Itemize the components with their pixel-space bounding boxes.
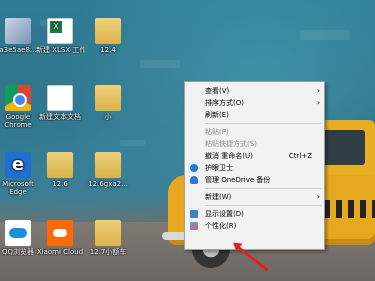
display-icon [190,210,198,218]
desktop-icon-folder-small[interactable]: 小 [84,85,132,121]
menu-item-label: 刷新(E) [205,111,229,119]
desktop-icon-label: 新建 XLSX 工作表 [36,46,84,54]
folder-icon [95,18,121,44]
menu-item-refresh[interactable]: 刷新(E) [185,109,324,121]
text-file-icon [47,85,73,111]
desktop-icon-folder-12-6gxa2[interactable]: 12.6gxa2... [84,152,132,188]
personalize-icon [190,222,198,230]
chrome-icon [5,85,31,111]
menu-item-label: 排序方式(O) [205,99,244,107]
menu-separator [205,123,321,124]
desktop-icon-label: 新建文本文档 [39,113,81,121]
desktop-icon-label: 12.6gxa2... [88,180,128,188]
folder-icon [95,152,121,178]
menu-item-label: 撤消 重命名(U) [205,152,253,160]
menu-item-eye-guard[interactable]: 护眼卫士 [185,162,324,174]
edge-icon: e [5,152,31,178]
user-photo-icon [5,18,31,44]
menu-item-label: 显示设置(D) [205,210,244,218]
desktop-icon-folder-12-7[interactable]: 12.7小额车 [84,220,132,256]
chevron-right-icon: › [316,98,320,107]
desktop-icon-label: 12.6 [52,180,68,188]
menu-item-new[interactable]: 新建(W) › [185,191,324,203]
menu-separator [205,205,321,206]
folder-icon [95,85,121,111]
desktop-icon-label: 12.7小额车 [89,248,127,256]
chevron-right-icon: › [316,86,320,95]
menu-item-label: 查看(V) [205,87,230,95]
menu-item-paste-shortcut[interactable]: 粘贴快捷方式(S) [185,138,324,150]
menu-item-undo-rename[interactable]: 撤消 重命名(U) Ctrl+Z [185,150,324,162]
menu-item-paste[interactable]: 粘贴(P) [185,126,324,138]
menu-item-label: 新建(W) [205,193,232,201]
desktop-icon-xlsx[interactable]: 新建 XLSX 工作表 [36,18,84,54]
menu-item-label: 护眼卫士 [205,164,233,172]
folder-icon [47,152,73,178]
menu-item-label: 个性化(R) [205,222,237,230]
menu-item-label: 粘贴快捷方式(S) [205,140,257,148]
menu-separator [205,188,321,189]
onedrive-cloud-icon [190,176,198,184]
desktop-icon-label: Xiaomi Cloud [36,248,84,256]
desktop-icon-xiaomi-cloud[interactable]: Xiaomi Cloud [36,220,84,256]
xiaomi-cloud-icon [47,220,73,246]
menu-item-onedrive-backup[interactable]: 管理 OneDrive 备份 [185,174,324,186]
shield-icon [190,164,198,172]
desktop-icon-txt[interactable]: 新建文本文档 [36,85,84,121]
menu-item-view[interactable]: 查看(V) › [185,85,324,97]
qq-browser-icon [5,220,31,246]
excel-file-icon [47,18,73,44]
desktop-icon-label: 12.4 [100,46,116,54]
desktop-icon-folder-12-4[interactable]: 12.4 [84,18,132,54]
menu-item-label: 粘贴(P) [205,128,229,136]
desktop-icon-label: 小 [104,113,112,121]
menu-item-shortcut: Ctrl+Z [288,152,312,160]
chevron-right-icon: › [316,192,320,201]
menu-item-personalize[interactable]: 个性化(R) [185,220,324,232]
menu-item-sort-by[interactable]: 排序方式(O) › [185,97,324,109]
menu-item-label: 管理 OneDrive 备份 [205,176,271,184]
menu-item-display-settings[interactable]: 显示设置(D) [185,208,324,220]
folder-icon [95,220,121,246]
desktop-icon-folder-12-6[interactable]: 12.6 [36,152,84,188]
desktop-context-menu: 查看(V) › 排序方式(O) › 刷新(E) 粘贴(P) 粘贴快捷方式(S) … [184,81,325,250]
